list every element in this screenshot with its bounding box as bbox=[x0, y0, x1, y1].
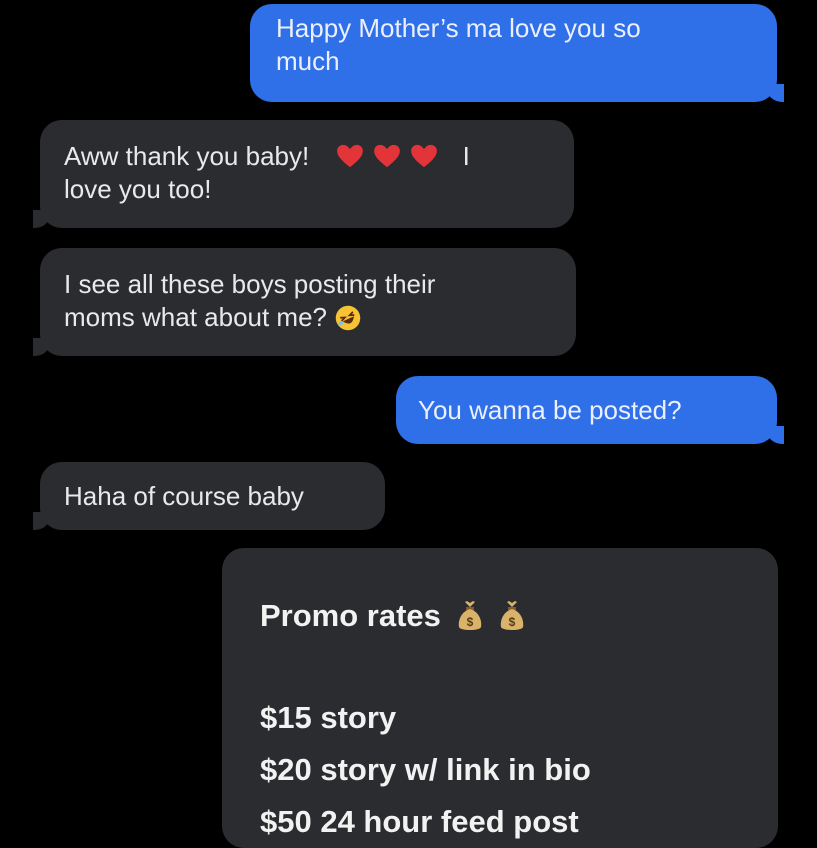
promo-rate-item: $15 story bbox=[260, 700, 397, 735]
message-bubble-outgoing[interactable]: You wanna be posted? bbox=[396, 376, 784, 444]
bubble-tail bbox=[33, 210, 51, 228]
message-bubble-incoming[interactable]: Haha of course baby bbox=[33, 462, 385, 530]
svg-text:$: $ bbox=[509, 615, 516, 629]
message-bubble-incoming[interactable]: Aww thank you baby! I love you too! bbox=[33, 120, 574, 228]
message-text-line: moms what about me? bbox=[64, 302, 328, 332]
message-text-line: much bbox=[276, 46, 340, 76]
message-text-line: love you too! bbox=[64, 174, 212, 204]
message-text-fragment: I bbox=[462, 141, 470, 171]
message-text-line: I see all these boys posting their bbox=[64, 269, 436, 299]
promo-rate-item: $50 24 hour feed post bbox=[260, 804, 579, 839]
message-bubble-outgoing[interactable]: Happy Mother’s ma love you so much bbox=[250, 4, 784, 102]
message-text-line: Happy Mother’s ma love you so bbox=[276, 13, 641, 43]
promo-title: Promo rates bbox=[260, 598, 441, 633]
rolling-on-floor-laughing-icon bbox=[336, 305, 361, 331]
promo-rates-card[interactable]: Promo rates $ $ $15 story $20 story w/ l… bbox=[222, 548, 778, 848]
promo-rate-item: $20 story w/ link in bio bbox=[260, 752, 591, 787]
message-text-line: Aww thank you baby! bbox=[64, 141, 310, 171]
red-heart-icon bbox=[336, 144, 363, 168]
bubble-tail bbox=[766, 84, 784, 102]
bubble-tail bbox=[33, 338, 51, 356]
message-bubble-incoming[interactable]: I see all these boys posting their moms … bbox=[33, 248, 576, 356]
message-text-line: Haha of course baby bbox=[64, 481, 304, 511]
red-heart-icon bbox=[411, 144, 438, 168]
bubble-tail bbox=[766, 426, 784, 444]
money-bag-icon: $ bbox=[500, 601, 524, 630]
money-bag-icon: $ bbox=[458, 601, 481, 630]
message-text-line: You wanna be posted? bbox=[418, 395, 682, 425]
bubble-tail bbox=[33, 512, 51, 530]
svg-text:$: $ bbox=[466, 615, 473, 629]
red-heart-icon bbox=[374, 144, 400, 168]
